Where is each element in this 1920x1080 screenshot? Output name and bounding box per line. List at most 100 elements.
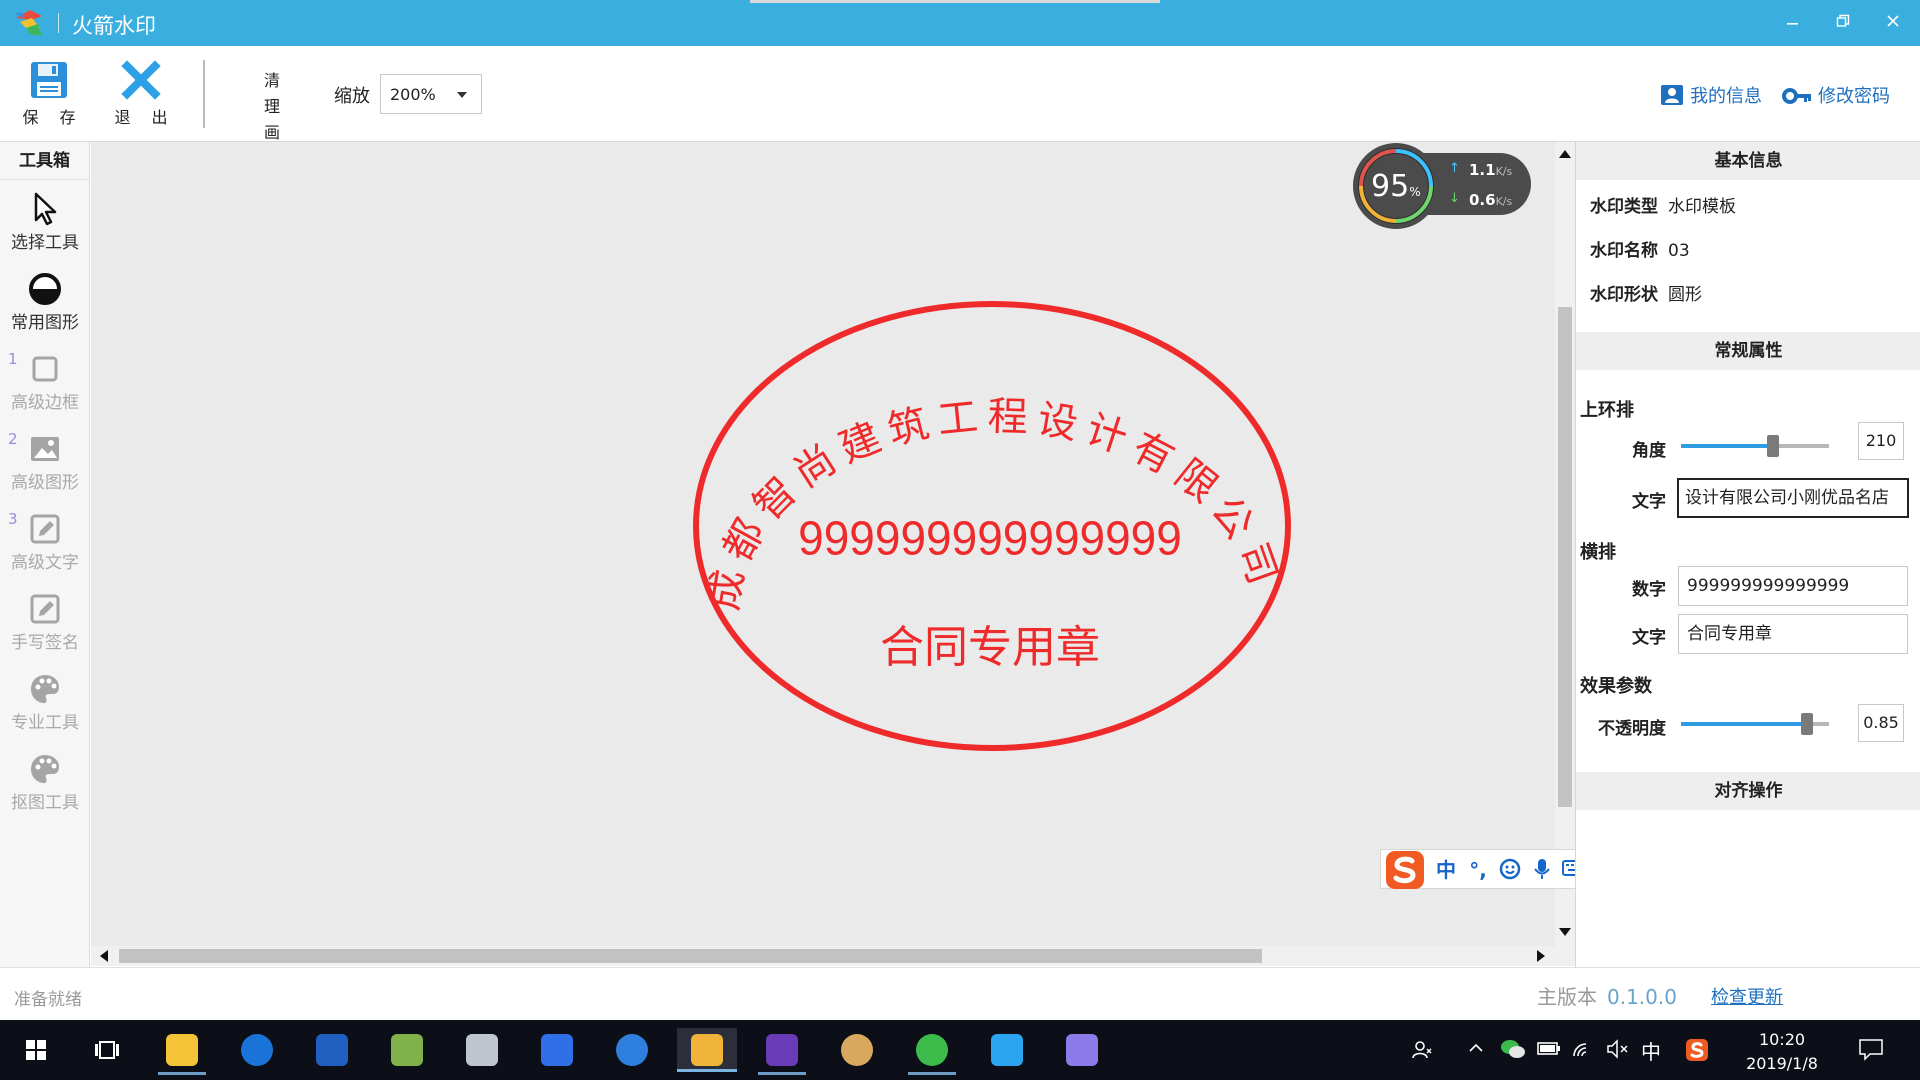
download-speed: 0.6K/s bbox=[1469, 191, 1512, 209]
version-number: 0.1.0.0 bbox=[1607, 985, 1677, 1009]
task-view-button[interactable] bbox=[78, 1028, 138, 1072]
volume-muted-icon[interactable] bbox=[1606, 1038, 1630, 1065]
vertical-scrollbar[interactable] bbox=[1555, 142, 1575, 946]
taskbar-notepad[interactable] bbox=[377, 1028, 437, 1072]
taskbar-wechat[interactable] bbox=[902, 1028, 962, 1075]
close-icon bbox=[1887, 15, 1899, 27]
upload-speed-value: 1.1 bbox=[1469, 161, 1496, 179]
running-indicator bbox=[908, 1072, 956, 1075]
taskbar-rocket-watermark[interactable] bbox=[677, 1028, 737, 1072]
angle-slider-knob[interactable] bbox=[1766, 435, 1779, 457]
taskbar-clock[interactable]: 10:20 2019/1/8 bbox=[1740, 1028, 1824, 1076]
taskbar-file-explorer[interactable] bbox=[152, 1028, 212, 1075]
number-input[interactable]: 999999999999999 bbox=[1678, 566, 1908, 606]
tool-select[interactable]: 选择工具 bbox=[0, 192, 90, 270]
tool-signature[interactable]: 手写签名 bbox=[0, 592, 90, 670]
people-icon[interactable] bbox=[1410, 1038, 1434, 1067]
tool-label: 高级文字 bbox=[11, 553, 79, 573]
tool-cutout[interactable]: 抠图工具 bbox=[0, 752, 90, 830]
stamp-number: 999999999999999 bbox=[798, 511, 1182, 565]
angle-slider[interactable] bbox=[1681, 435, 1829, 457]
zoom-select[interactable]: 200% bbox=[380, 74, 482, 114]
tool-label: 高级边框 bbox=[11, 393, 79, 413]
taskbar-powershell[interactable] bbox=[302, 1028, 362, 1072]
title-bar: 火箭水印 bbox=[0, 0, 1920, 46]
upload-speed-unit: K/s bbox=[1495, 165, 1513, 178]
emoji-icon[interactable] bbox=[1497, 858, 1523, 882]
my-info-link[interactable]: 我的信息 bbox=[1660, 82, 1762, 108]
vertical-scroll-thumb[interactable] bbox=[1558, 307, 1572, 807]
angle-input[interactable]: 210 bbox=[1858, 422, 1904, 460]
scroll-up-icon[interactable] bbox=[1559, 150, 1571, 158]
network-speed-widget[interactable]: 95% ↑ 1.1K/s ↓ 0.6K/s bbox=[1353, 143, 1531, 229]
center-text-input[interactable]: 合同专用章 bbox=[1678, 614, 1908, 654]
type-value: 水印模板 bbox=[1668, 197, 1736, 217]
tool-label: 手写签名 bbox=[11, 633, 79, 653]
wifi-icon[interactable] bbox=[1572, 1038, 1596, 1065]
clear-label-line1: 清 理 bbox=[263, 71, 288, 116]
scroll-right-icon[interactable] bbox=[1537, 950, 1545, 962]
toolbar: 保 存 退 出 清 理 画 布 缩放 200% 我的信息 bbox=[0, 46, 1920, 168]
usage-percent-unit: % bbox=[1409, 185, 1421, 199]
notification-icon[interactable] bbox=[1858, 1037, 1884, 1066]
ime-indicator[interactable]: 中 bbox=[1641, 1036, 1661, 1065]
number-label: 数字 bbox=[1632, 580, 1666, 600]
stamp-preview[interactable]: 成都智尚建筑工程设计有限公司小刚优品名店 999999999999999 合同专… bbox=[680, 290, 1300, 760]
taskbar-photos[interactable] bbox=[1052, 1028, 1112, 1072]
save-button[interactable]: 保 存 bbox=[12, 60, 86, 136]
scroll-down-icon[interactable] bbox=[1559, 928, 1571, 936]
start-button[interactable] bbox=[6, 1028, 66, 1072]
taskbar-visual-studio[interactable] bbox=[752, 1028, 812, 1075]
tool-professional[interactable]: 专业工具 bbox=[0, 672, 90, 750]
sogou-logo-icon[interactable] bbox=[1383, 848, 1427, 892]
tool-common-shapes[interactable]: 常用图形 bbox=[0, 272, 90, 350]
exit-button[interactable]: 退 出 bbox=[104, 60, 178, 136]
chevron-up-icon[interactable] bbox=[1466, 1038, 1486, 1063]
restore-button[interactable] bbox=[1823, 8, 1863, 38]
palette-icon bbox=[31, 755, 59, 783]
browser-icon bbox=[241, 1034, 273, 1066]
version-label: 主版本 bbox=[1537, 985, 1597, 1009]
taskbar-downloader[interactable] bbox=[602, 1028, 662, 1072]
check-update-link[interactable]: 检查更新 bbox=[1711, 983, 1783, 1009]
sogou-tray-icon[interactable] bbox=[1685, 1038, 1709, 1067]
tool-advanced-graphics[interactable]: 2 高级图形 bbox=[0, 430, 90, 510]
wechat-tray-icon[interactable] bbox=[1500, 1038, 1526, 1065]
taskbar-baidu-netdisk[interactable] bbox=[977, 1028, 1037, 1072]
palette-icon bbox=[31, 675, 59, 703]
notepad-icon bbox=[391, 1034, 423, 1066]
tool-advanced-text[interactable]: 3 高级文字 bbox=[0, 510, 90, 590]
horizontal-scrollbar[interactable] bbox=[91, 946, 1575, 966]
tool-label: 高级图形 bbox=[11, 473, 79, 493]
version-info: 主版本 0.1.0.0 bbox=[1537, 981, 1677, 1010]
task-view-icon bbox=[95, 1041, 119, 1059]
shape-circle-icon bbox=[29, 273, 61, 305]
taskbar-wps[interactable] bbox=[527, 1028, 587, 1072]
battery-icon[interactable] bbox=[1536, 1038, 1562, 1063]
tool-advanced-border[interactable]: 1 高级边框 bbox=[0, 350, 90, 430]
taskbar-paint[interactable] bbox=[827, 1028, 887, 1072]
ime-mode[interactable]: 中 bbox=[1433, 858, 1459, 882]
close-button[interactable] bbox=[1873, 8, 1913, 38]
photos-icon bbox=[1066, 1034, 1098, 1066]
opacity-slider[interactable] bbox=[1681, 713, 1829, 735]
minimize-button[interactable] bbox=[1773, 8, 1813, 38]
change-password-link[interactable]: 修改密码 bbox=[1782, 82, 1890, 108]
effect-heading: 效果参数 bbox=[1580, 676, 1652, 697]
taskbar-sogou-browser[interactable] bbox=[227, 1028, 287, 1072]
windows-logo-icon bbox=[26, 1040, 46, 1060]
app-logo-icon bbox=[691, 1034, 723, 1066]
opacity-input[interactable]: 0.85 bbox=[1858, 704, 1904, 742]
scroll-left-icon[interactable] bbox=[100, 950, 108, 962]
signature-icon bbox=[30, 594, 60, 624]
taskbar-calendar[interactable] bbox=[452, 1028, 512, 1072]
opacity-slider-knob[interactable] bbox=[1800, 713, 1813, 735]
visual-studio-icon bbox=[766, 1034, 798, 1066]
tool-number: 3 bbox=[8, 510, 18, 528]
properties-panel: 基本信息 水印类型 水印模板 水印名称 03 水印形状 圆形 常规属性 上环排 角度 … bbox=[1575, 142, 1920, 967]
horizontal-scroll-thumb[interactable] bbox=[119, 949, 1262, 963]
mic-icon[interactable] bbox=[1529, 858, 1555, 882]
ime-punct[interactable]: °, bbox=[1465, 858, 1491, 882]
running-indicator bbox=[758, 1072, 806, 1075]
arc-text-input[interactable]: 设计有限公司小刚优品名店 bbox=[1677, 478, 1909, 518]
